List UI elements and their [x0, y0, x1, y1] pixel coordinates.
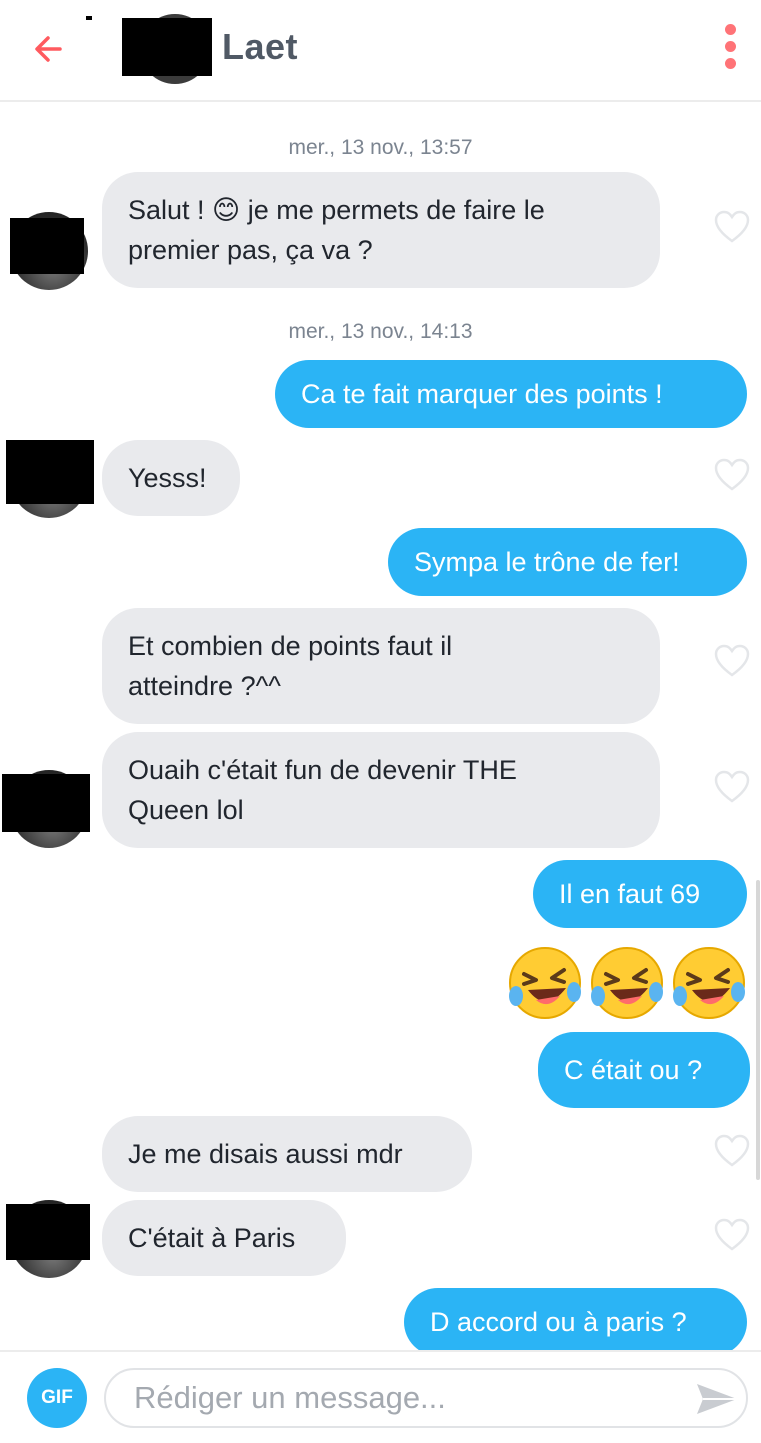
message-text: Je me disais aussi mdr: [128, 1139, 403, 1169]
rolling-laughing-emoji-icon: [591, 947, 663, 1019]
chat-header: Laet: [0, 0, 761, 102]
heart-outline-icon[interactable]: [714, 770, 750, 804]
heart-outline-icon[interactable]: [714, 1134, 750, 1168]
heart-outline-icon[interactable]: [714, 210, 750, 244]
message-input[interactable]: Rédiger un message...: [104, 1368, 748, 1428]
outgoing-message[interactable]: D accord ou à paris ?: [404, 1288, 747, 1356]
avatar-redaction: [6, 440, 94, 504]
message-text: Sympa le trône de fer!: [414, 547, 680, 577]
avatar-redaction: [122, 18, 212, 76]
outgoing-message[interactable]: Il en faut 69: [533, 860, 747, 928]
incoming-message[interactable]: Et combien de points faut il atteindre ?…: [102, 608, 660, 724]
send-arrow-icon[interactable]: [694, 1380, 740, 1418]
more-options-icon[interactable]: [716, 24, 744, 74]
avatar-redaction: [6, 1204, 90, 1260]
avatar-redaction: [10, 218, 84, 274]
heart-outline-icon[interactable]: [714, 458, 750, 492]
rolling-laughing-emoji-icon: [673, 947, 745, 1019]
incoming-message[interactable]: Ouaih c'était fun de devenir THE Queen l…: [102, 732, 660, 848]
incoming-message[interactable]: Yesss!: [102, 440, 240, 516]
avatar-redaction: [2, 774, 90, 832]
message-text: Il en faut 69: [559, 879, 701, 909]
scrollbar[interactable]: [756, 880, 760, 1180]
message-composer: GIF Rédiger un message...: [0, 1350, 761, 1443]
message-text: C était ou ?: [564, 1055, 703, 1085]
message-text: D accord ou à paris ?: [430, 1307, 687, 1337]
message-text: Ca te fait marquer des points !: [301, 379, 663, 409]
incoming-message[interactable]: Je me disais aussi mdr: [102, 1116, 472, 1192]
incoming-message[interactable]: Salut ! 😊 je me permets de faire le prem…: [102, 172, 660, 288]
heart-outline-icon[interactable]: [714, 644, 750, 678]
outgoing-message[interactable]: C était ou ?: [538, 1032, 750, 1108]
redaction-mark: [86, 16, 92, 20]
chat-screen: Laet mer., 13 nov., 13:57 Salut ! 😊 je m…: [0, 0, 761, 1443]
message-timestamp: mer., 13 nov., 13:57: [288, 136, 473, 159]
gif-button[interactable]: GIF: [27, 1368, 87, 1428]
message-text: Salut ! 😊 je me permets de faire le prem…: [128, 195, 545, 265]
outgoing-emoji-message[interactable]: [506, 944, 748, 1022]
message-text: Yesss!: [128, 463, 207, 493]
contact-name[interactable]: Laet: [222, 26, 298, 68]
outgoing-message[interactable]: Sympa le trône de fer!: [388, 528, 747, 596]
message-text: Ouaih c'était fun de devenir THE Queen l…: [128, 755, 517, 825]
heart-outline-icon[interactable]: [714, 1218, 750, 1252]
message-timestamp: mer., 13 nov., 14:13: [288, 320, 473, 343]
rolling-laughing-emoji-icon: [509, 947, 581, 1019]
message-text: Et combien de points faut il atteindre ?…: [128, 631, 453, 701]
message-text: C'était à Paris: [128, 1223, 296, 1253]
incoming-message[interactable]: C'était à Paris: [102, 1200, 346, 1276]
outgoing-message[interactable]: Ca te fait marquer des points !: [275, 360, 747, 428]
back-arrow-icon[interactable]: [30, 28, 72, 70]
